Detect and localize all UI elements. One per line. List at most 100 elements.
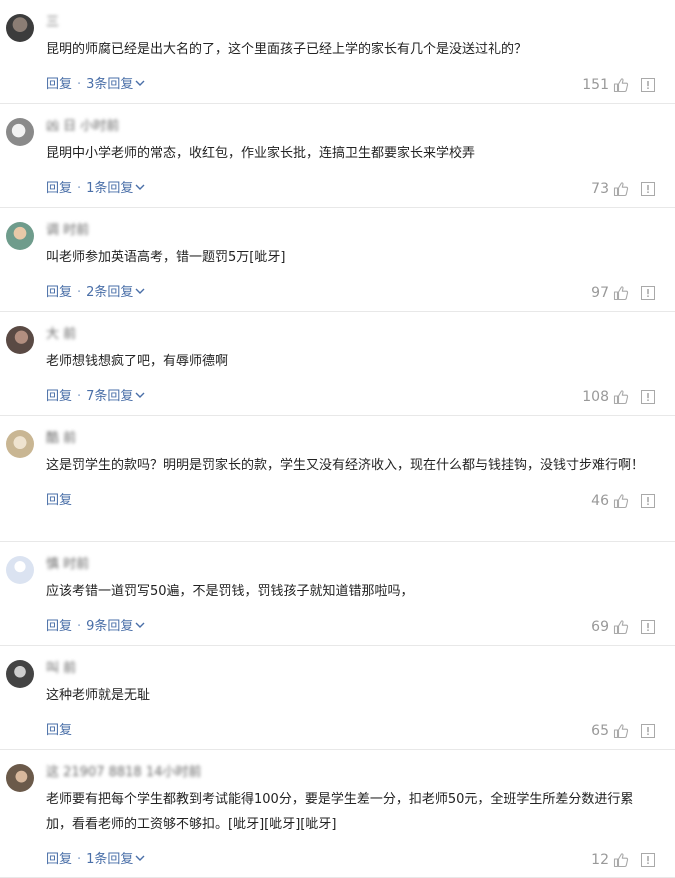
avatar-image bbox=[6, 660, 34, 688]
thumbs-up-icon bbox=[613, 494, 629, 509]
report-icon[interactable] bbox=[641, 853, 655, 867]
reply-button[interactable]: 回复 bbox=[46, 493, 72, 508]
username[interactable]: 三 bbox=[46, 13, 665, 33]
reply-count: 7条回复 bbox=[86, 389, 134, 404]
action-separator: · bbox=[77, 389, 82, 404]
report-icon[interactable] bbox=[641, 182, 655, 196]
reply-count: 3条回复 bbox=[86, 77, 134, 92]
avatar[interactable] bbox=[6, 118, 34, 146]
like-count: 65 bbox=[591, 723, 609, 739]
report-icon[interactable] bbox=[641, 390, 655, 404]
comment-item: 三 昆明的师腐已经是出大名的了，这个里面孩子已经上学的家长有几个是没送过礼的？ … bbox=[0, 0, 675, 104]
view-replies-button[interactable]: 1条回复 bbox=[86, 852, 145, 867]
like-button[interactable]: 12 bbox=[591, 845, 629, 875]
reply-count: 1条回复 bbox=[86, 181, 134, 196]
reply-button[interactable]: 回复 bbox=[46, 389, 72, 404]
like-button[interactable]: 151 bbox=[582, 70, 629, 100]
chevron-down-icon bbox=[135, 855, 145, 861]
reply-count: 1条回复 bbox=[86, 852, 134, 867]
avatar-image bbox=[6, 764, 34, 792]
report-icon[interactable] bbox=[641, 494, 655, 508]
avatar-image bbox=[6, 14, 34, 42]
reply-button[interactable]: 回复 bbox=[46, 723, 72, 738]
comment-text: 应该考错一道罚写50遍，不是罚钱，罚钱孩子就知道错那啦吗， bbox=[46, 584, 414, 599]
action-separator: · bbox=[77, 77, 82, 92]
comment-item: 调 时前 叫老师参加英语高考，错一题罚5万[呲牙] 回复 · 2条回复 97 bbox=[0, 208, 675, 312]
like-button[interactable]: 46 bbox=[591, 486, 629, 516]
like-button[interactable]: 108 bbox=[582, 382, 629, 412]
username[interactable]: 凶 日 小时前 bbox=[46, 117, 665, 137]
comment-text: 老师要有把每个学生都教到考试能得100分，要是学生差一分，扣老师50元，全班学生… bbox=[46, 792, 634, 832]
action-separator: · bbox=[77, 619, 82, 634]
avatar[interactable] bbox=[6, 326, 34, 354]
reply-count: 9条回复 bbox=[86, 619, 134, 634]
comment-item: 慎 时前 应该考错一道罚写50遍，不是罚钱，罚钱孩子就知道错那啦吗， 回复 · 9条… bbox=[0, 542, 675, 646]
report-icon[interactable] bbox=[641, 620, 655, 634]
action-separator: · bbox=[77, 181, 82, 196]
username[interactable]: 酷 前 bbox=[46, 429, 665, 449]
like-count: 108 bbox=[582, 389, 609, 405]
avatar-image bbox=[6, 118, 34, 146]
report-icon[interactable] bbox=[641, 78, 655, 92]
avatar[interactable] bbox=[6, 14, 34, 42]
avatar-image bbox=[6, 556, 34, 584]
action-separator: · bbox=[77, 852, 82, 867]
username[interactable]: 调 时前 bbox=[46, 221, 665, 241]
reply-button[interactable]: 回复 bbox=[46, 181, 72, 196]
like-count: 73 bbox=[591, 181, 609, 197]
comment-list: 三 昆明的师腐已经是出大名的了，这个里面孩子已经上学的家长有几个是没送过礼的？ … bbox=[0, 0, 675, 878]
thumbs-up-icon bbox=[613, 724, 629, 739]
comment-text: 这是罚学生的款吗？明明是罚家长的款，学生又没有经济收入，现在什么都与钱挂钩，没钱… bbox=[46, 458, 645, 473]
comment-item: 酷 前 这是罚学生的款吗？明明是罚家长的款，学生又没有经济收入，现在什么都与钱挂… bbox=[0, 416, 675, 542]
like-button[interactable]: 73 bbox=[591, 174, 629, 204]
view-replies-button[interactable]: 7条回复 bbox=[86, 389, 145, 404]
reply-button[interactable]: 回复 bbox=[46, 77, 72, 92]
comment-text: 昆明的师腐已经是出大名的了，这个里面孩子已经上学的家长有几个是没送过礼的？ bbox=[46, 42, 528, 57]
report-icon[interactable] bbox=[641, 286, 655, 300]
thumbs-up-icon bbox=[613, 390, 629, 405]
comment-actions: 回复 · 1条回复 73 bbox=[46, 174, 665, 204]
comment-item: 大 前 老师想钱想疯了吧，有辱师德啊 回复 · 7条回复 108 bbox=[0, 312, 675, 416]
avatar[interactable] bbox=[6, 222, 34, 250]
username[interactable]: 慎 时前 bbox=[46, 555, 665, 575]
avatar[interactable] bbox=[6, 556, 34, 584]
avatar[interactable] bbox=[6, 660, 34, 688]
avatar[interactable] bbox=[6, 430, 34, 458]
view-replies-button[interactable]: 9条回复 bbox=[86, 619, 145, 634]
reply-button[interactable]: 回复 bbox=[46, 619, 72, 634]
thumbs-up-icon bbox=[613, 853, 629, 868]
like-button[interactable]: 97 bbox=[591, 278, 629, 308]
comment-text: 这种老师就是无耻 bbox=[46, 688, 151, 703]
thumbs-up-icon bbox=[613, 78, 629, 93]
chevron-down-icon bbox=[135, 392, 145, 398]
like-button[interactable]: 69 bbox=[591, 612, 629, 642]
like-count: 46 bbox=[591, 493, 609, 509]
like-count: 97 bbox=[591, 285, 609, 301]
comment-actions: 回复 · 1条回复 12 bbox=[46, 845, 665, 875]
view-replies-button[interactable]: 3条回复 bbox=[86, 77, 145, 92]
view-replies-button[interactable]: 1条回复 bbox=[86, 181, 145, 196]
like-button[interactable]: 65 bbox=[591, 716, 629, 746]
chevron-down-icon bbox=[135, 288, 145, 294]
thumbs-up-icon bbox=[613, 182, 629, 197]
like-count: 151 bbox=[582, 77, 609, 93]
username[interactable]: 大 前 bbox=[46, 325, 665, 345]
username[interactable]: 叫 前 bbox=[46, 659, 665, 679]
reply-button[interactable]: 回复 bbox=[46, 852, 72, 867]
comment-item: 凶 日 小时前 昆明中小学老师的常态，收红包，作业家长批，连搞卫生都要家长来学校… bbox=[0, 104, 675, 208]
reply-button[interactable]: 回复 bbox=[46, 285, 72, 300]
report-icon[interactable] bbox=[641, 724, 655, 738]
comment-text: 老师想钱想疯了吧，有辱师德啊 bbox=[46, 354, 229, 369]
avatar[interactable] bbox=[6, 764, 34, 792]
reply-count: 2条回复 bbox=[86, 285, 134, 300]
view-replies-button[interactable]: 2条回复 bbox=[86, 285, 145, 300]
avatar-image bbox=[6, 430, 34, 458]
thumbs-up-icon bbox=[613, 286, 629, 301]
username[interactable]: 这 21907 8818 14小时前 bbox=[46, 763, 665, 783]
comment-text: 昆明中小学老师的常态，收红包，作业家长批，连搞卫生都要家长来学校弄 bbox=[46, 146, 476, 161]
comment-actions: 回复 65 bbox=[46, 716, 665, 746]
avatar-image bbox=[6, 326, 34, 354]
thumbs-up-icon bbox=[613, 620, 629, 635]
comment-item: 叫 前 这种老师就是无耻 回复 65 bbox=[0, 646, 675, 750]
like-count: 12 bbox=[591, 852, 609, 868]
